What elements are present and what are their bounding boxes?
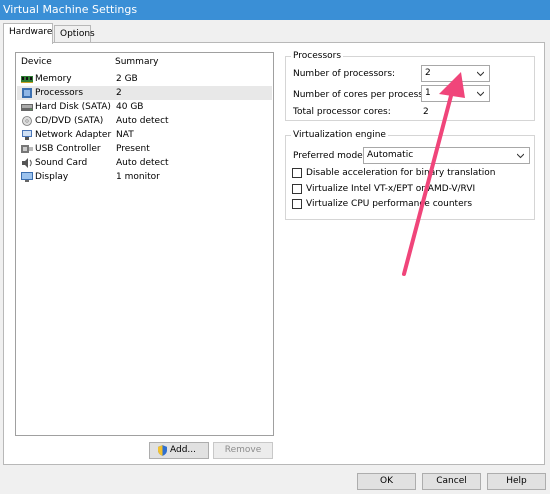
hardware-tab-panel: Device Summary Memory 2 GB Processors 2 …: [3, 42, 545, 465]
tab-hardware[interactable]: Hardware: [3, 23, 53, 44]
chevron-down-icon: [477, 71, 484, 77]
device-summary: Present: [116, 144, 150, 154]
device-row-display[interactable]: Display 1 monitor: [17, 170, 272, 184]
preferred-mode-value: Automatic: [367, 150, 414, 160]
cores-per-processor-label: Number of cores per processor:: [293, 90, 436, 100]
checkbox-box: [292, 184, 302, 194]
num-processors-value: 2: [425, 68, 431, 78]
cd-dvd-icon: [22, 116, 32, 126]
device-name: Hard Disk (SATA): [35, 102, 111, 112]
memory-icon: [21, 76, 33, 83]
total-cores-value: 2: [423, 107, 429, 117]
window-title: Virtual Machine Settings: [0, 0, 550, 20]
ok-button[interactable]: OK: [357, 473, 416, 490]
device-name: Network Adapter: [35, 130, 112, 140]
checkbox-box: [292, 168, 302, 178]
device-row-hard-disk[interactable]: Hard Disk (SATA) 40 GB: [17, 100, 272, 114]
device-name: Sound Card: [35, 158, 88, 168]
shield-icon: [158, 445, 167, 456]
virtualization-engine-group: Virtualization engine Preferred mode: Au…: [285, 129, 535, 220]
checkbox-label: Virtualize Intel VT-x/EPT or AMD-V/RVI: [306, 184, 476, 194]
virtualization-group-title: Virtualization engine: [291, 129, 388, 141]
network-adapter-icon: [22, 130, 32, 140]
device-summary: 2: [116, 88, 122, 98]
checkbox-label: Disable acceleration for binary translat…: [306, 168, 496, 178]
device-row-sound-card[interactable]: Sound Card Auto detect: [17, 156, 272, 170]
add-device-button[interactable]: Add...: [149, 442, 209, 459]
preferred-mode-label: Preferred mode:: [293, 151, 366, 161]
device-list[interactable]: Device Summary Memory 2 GB Processors 2 …: [15, 52, 274, 436]
device-name: CD/DVD (SATA): [35, 116, 104, 126]
usb-icon: [21, 145, 33, 153]
processors-group: Processors Number of processors: 2 Numbe…: [285, 50, 535, 121]
device-row-usb-controller[interactable]: USB Controller Present: [17, 142, 272, 156]
device-row-memory[interactable]: Memory 2 GB: [17, 72, 272, 86]
device-name: Processors: [35, 88, 84, 98]
checkbox-box: [292, 199, 302, 209]
device-name: Display: [35, 172, 69, 182]
help-button[interactable]: Help: [487, 473, 546, 490]
add-button-label: Add...: [170, 445, 197, 455]
device-summary: Auto detect: [116, 158, 169, 168]
device-column-header[interactable]: Device: [21, 53, 52, 71]
cores-per-processor-value: 1: [425, 88, 431, 98]
hard-disk-icon: [21, 104, 33, 111]
num-processors-select[interactable]: 2: [421, 65, 490, 82]
device-summary: NAT: [116, 130, 134, 140]
num-processors-label: Number of processors:: [293, 69, 396, 79]
device-summary: 40 GB: [116, 102, 144, 112]
tab-options[interactable]: Options: [54, 25, 95, 43]
device-summary: 2 GB: [116, 74, 138, 84]
processors-group-title: Processors: [291, 50, 344, 62]
total-cores-label: Total processor cores:: [293, 107, 391, 117]
device-summary: 1 monitor: [116, 172, 160, 182]
device-row-network-adapter[interactable]: Network Adapter NAT: [17, 128, 272, 142]
checkbox-label: Virtualize CPU performance counters: [306, 199, 473, 209]
device-name: Memory: [35, 74, 72, 84]
device-row-cd-dvd[interactable]: CD/DVD (SATA) Auto detect: [17, 114, 272, 128]
device-name: USB Controller: [35, 144, 101, 154]
sound-card-icon: [22, 158, 32, 168]
device-list-header: Device Summary: [16, 53, 273, 71]
cores-per-processor-select[interactable]: 1: [421, 85, 490, 102]
remove-device-button[interactable]: Remove: [213, 442, 273, 459]
device-summary: Auto detect: [116, 116, 169, 126]
device-row-processors[interactable]: Processors 2: [17, 86, 272, 100]
chevron-down-icon: [477, 91, 484, 97]
preferred-mode-select[interactable]: Automatic: [363, 147, 530, 164]
display-icon: [21, 172, 33, 182]
summary-column-header[interactable]: Summary: [115, 53, 159, 71]
processor-icon: [22, 88, 32, 98]
cancel-button[interactable]: Cancel: [422, 473, 481, 490]
chevron-down-icon: [517, 153, 524, 159]
